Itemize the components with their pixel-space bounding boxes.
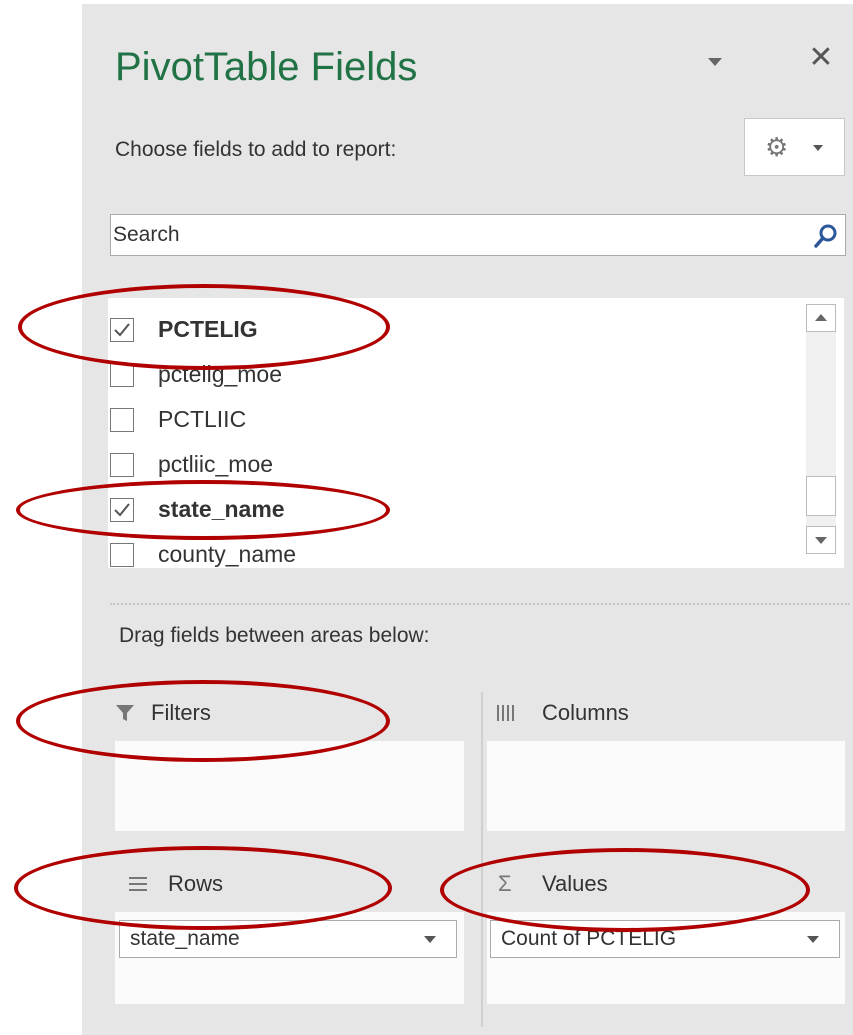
field-item[interactable]: pctliic_moe (108, 445, 798, 485)
columns-drop-zone[interactable] (487, 741, 845, 831)
filters-label: Filters (151, 700, 211, 725)
sigma-icon: Σ (498, 871, 512, 896)
drag-fields-label: Drag fields between areas below: (119, 624, 430, 647)
filter-icon (116, 705, 134, 721)
field-checkbox[interactable] (110, 543, 134, 567)
search-box[interactable] (110, 214, 846, 256)
arrow-down-icon (815, 537, 827, 544)
values-label: Values (542, 871, 608, 896)
columns-label: Columns (542, 700, 629, 725)
rows-label: Rows (168, 871, 224, 896)
columns-icon (497, 705, 514, 721)
field-checkbox[interactable] (110, 498, 134, 522)
gear-icon: ⚙ (765, 132, 789, 162)
field-item[interactable]: county_name (108, 535, 798, 568)
rows-icon (129, 877, 147, 891)
chevron-down-icon (813, 145, 823, 151)
chevron-down-icon[interactable] (807, 936, 819, 943)
field-list-scrollbar[interactable] (806, 304, 836, 554)
field-label: pctliic_moe (158, 451, 274, 477)
filters-drop-zone[interactable] (115, 741, 464, 831)
search-input[interactable] (113, 219, 793, 251)
field-checkbox[interactable] (110, 408, 134, 432)
rows-field-label: state_name (130, 927, 240, 950)
values-field-label: Count of PCTELIG (501, 927, 677, 950)
values-field-count-of-pctelig[interactable]: Count of PCTELIG (490, 920, 840, 958)
checkmark-icon (114, 323, 130, 337)
field-label: PCTLIIC (158, 406, 247, 432)
section-divider (110, 603, 850, 605)
field-list: PCTELIG pctelig_moe PCTLIIC pctliic_moestat… (108, 298, 844, 568)
field-checkbox[interactable] (110, 453, 134, 477)
values-drop-zone[interactable]: Count of PCTELIG (487, 912, 845, 1004)
rows-drop-zone[interactable]: state_name (115, 912, 464, 1004)
checkmark-icon (114, 503, 130, 517)
field-label: state_name (158, 496, 285, 522)
field-item[interactable]: PCTELIG (108, 310, 798, 350)
arrow-up-icon (815, 314, 827, 321)
field-checkbox[interactable] (110, 318, 134, 342)
field-label: pctelig_moe (158, 361, 283, 387)
pane-options-caret-icon[interactable] (708, 58, 722, 66)
scroll-down-button[interactable] (806, 526, 836, 554)
area-separator (481, 692, 483, 1027)
rows-field-state-name[interactable]: state_name (119, 920, 457, 958)
search-icon[interactable] (813, 223, 839, 249)
tools-button[interactable]: ⚙ (744, 118, 845, 176)
field-label: PCTELIG (158, 316, 258, 342)
scroll-thumb[interactable] (806, 476, 836, 516)
field-label: county_name (158, 541, 297, 567)
close-button[interactable]: ✕ (804, 38, 838, 78)
choose-fields-label: Choose fields to add to report: (115, 138, 397, 161)
field-checkbox[interactable] (110, 363, 134, 387)
pane-title: PivotTable Fields (115, 45, 418, 89)
field-item[interactable]: state_name (108, 490, 798, 530)
field-item[interactable]: PCTLIIC (108, 400, 798, 440)
chevron-down-icon[interactable] (424, 936, 436, 943)
scroll-up-button[interactable] (806, 304, 836, 332)
field-item[interactable]: pctelig_moe (108, 355, 798, 395)
